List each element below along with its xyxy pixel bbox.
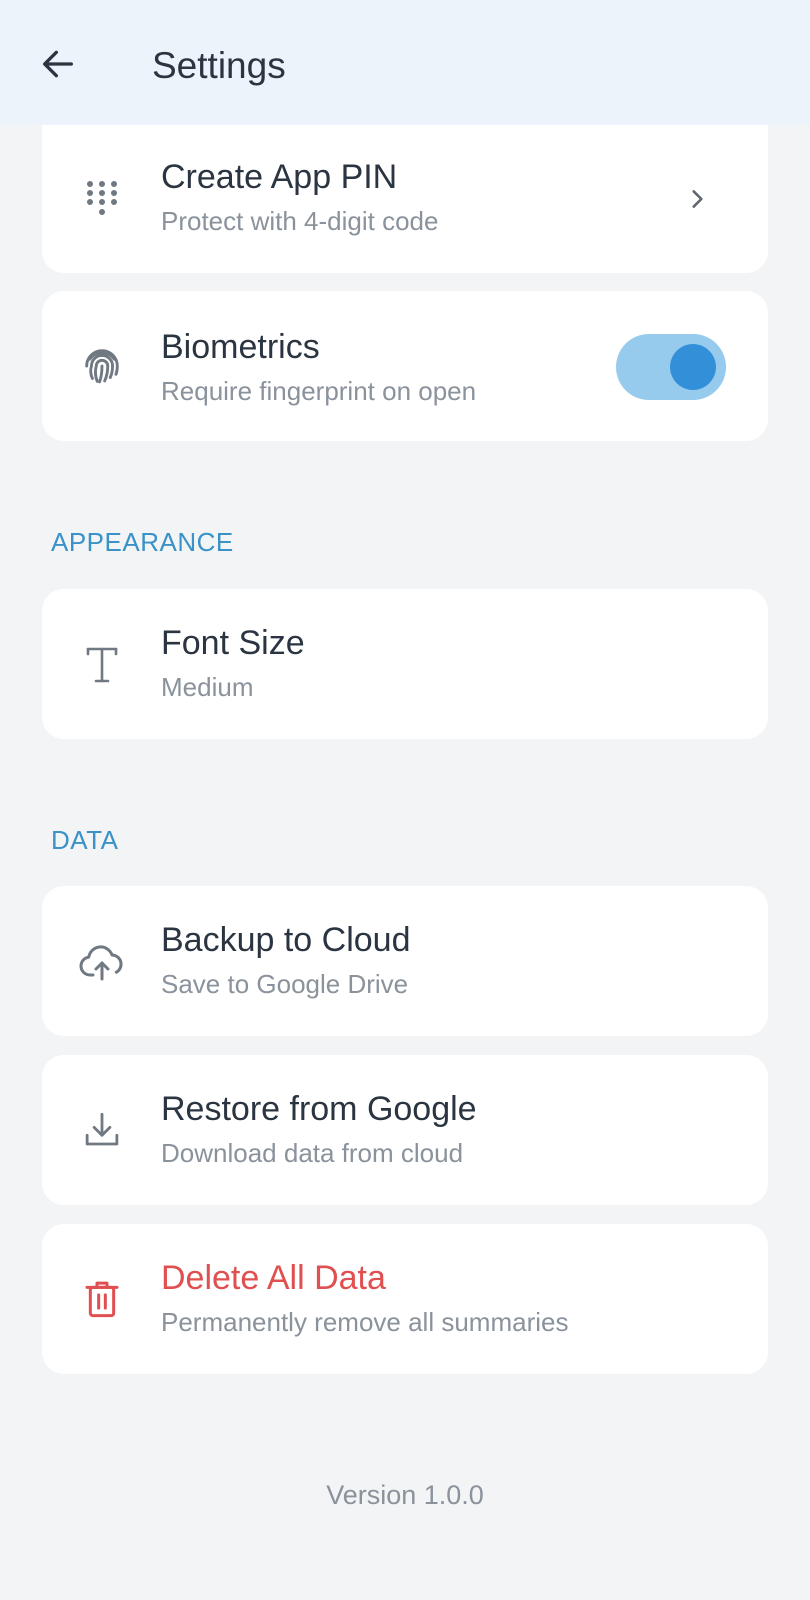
font-size-row[interactable]: Font Size Medium [42, 589, 768, 739]
backup-row[interactable]: Backup to Cloud Save to Google Drive [42, 886, 768, 1036]
backup-subtitle: Save to Google Drive [161, 969, 409, 999]
download-icon [78, 1106, 126, 1154]
biometrics-toggle[interactable] [616, 334, 726, 400]
page-title: Settings [152, 45, 286, 86]
chevron-right-icon [682, 184, 712, 214]
toggle-knob [670, 344, 716, 390]
delete-all-row[interactable]: Delete All Data Permanently remove all s… [42, 1224, 768, 1374]
biometrics-subtitle: Require fingerprint on open [161, 376, 477, 406]
delete-all-subtitle: Permanently remove all summaries [161, 1307, 569, 1337]
delete-all-title: Delete All Data [161, 1259, 386, 1297]
section-header-appearance: APPEARANCE [51, 527, 234, 557]
font-size-value: Medium [161, 672, 254, 702]
section-header-data: DATA [51, 825, 119, 855]
create-pin-title: Create App PIN [161, 158, 398, 196]
backup-title: Backup to Cloud [161, 921, 411, 959]
trash-icon [78, 1275, 126, 1323]
fingerprint-icon [78, 342, 126, 390]
arrow-left-icon [43, 50, 74, 78]
cloud-upload-icon [78, 937, 126, 985]
back-button[interactable] [36, 42, 80, 86]
font-size-title: Font Size [161, 624, 305, 662]
create-pin-row[interactable]: Create App PIN Protect with 4-digit code [42, 125, 768, 273]
restore-subtitle: Download data from cloud [161, 1138, 464, 1168]
create-pin-subtitle: Protect with 4-digit code [161, 206, 439, 236]
biometrics-title: Biometrics [161, 328, 320, 366]
biometrics-row[interactable]: Biometrics Require fingerprint on open [42, 291, 768, 441]
text-t-icon [78, 640, 126, 688]
dialpad-icon [78, 175, 126, 223]
restore-row[interactable]: Restore from Google Download data from c… [42, 1055, 768, 1205]
app-bar: Settings [0, 0, 810, 125]
restore-title: Restore from Google [161, 1090, 477, 1128]
version-label: Version 1.0.0 [326, 1480, 484, 1510]
